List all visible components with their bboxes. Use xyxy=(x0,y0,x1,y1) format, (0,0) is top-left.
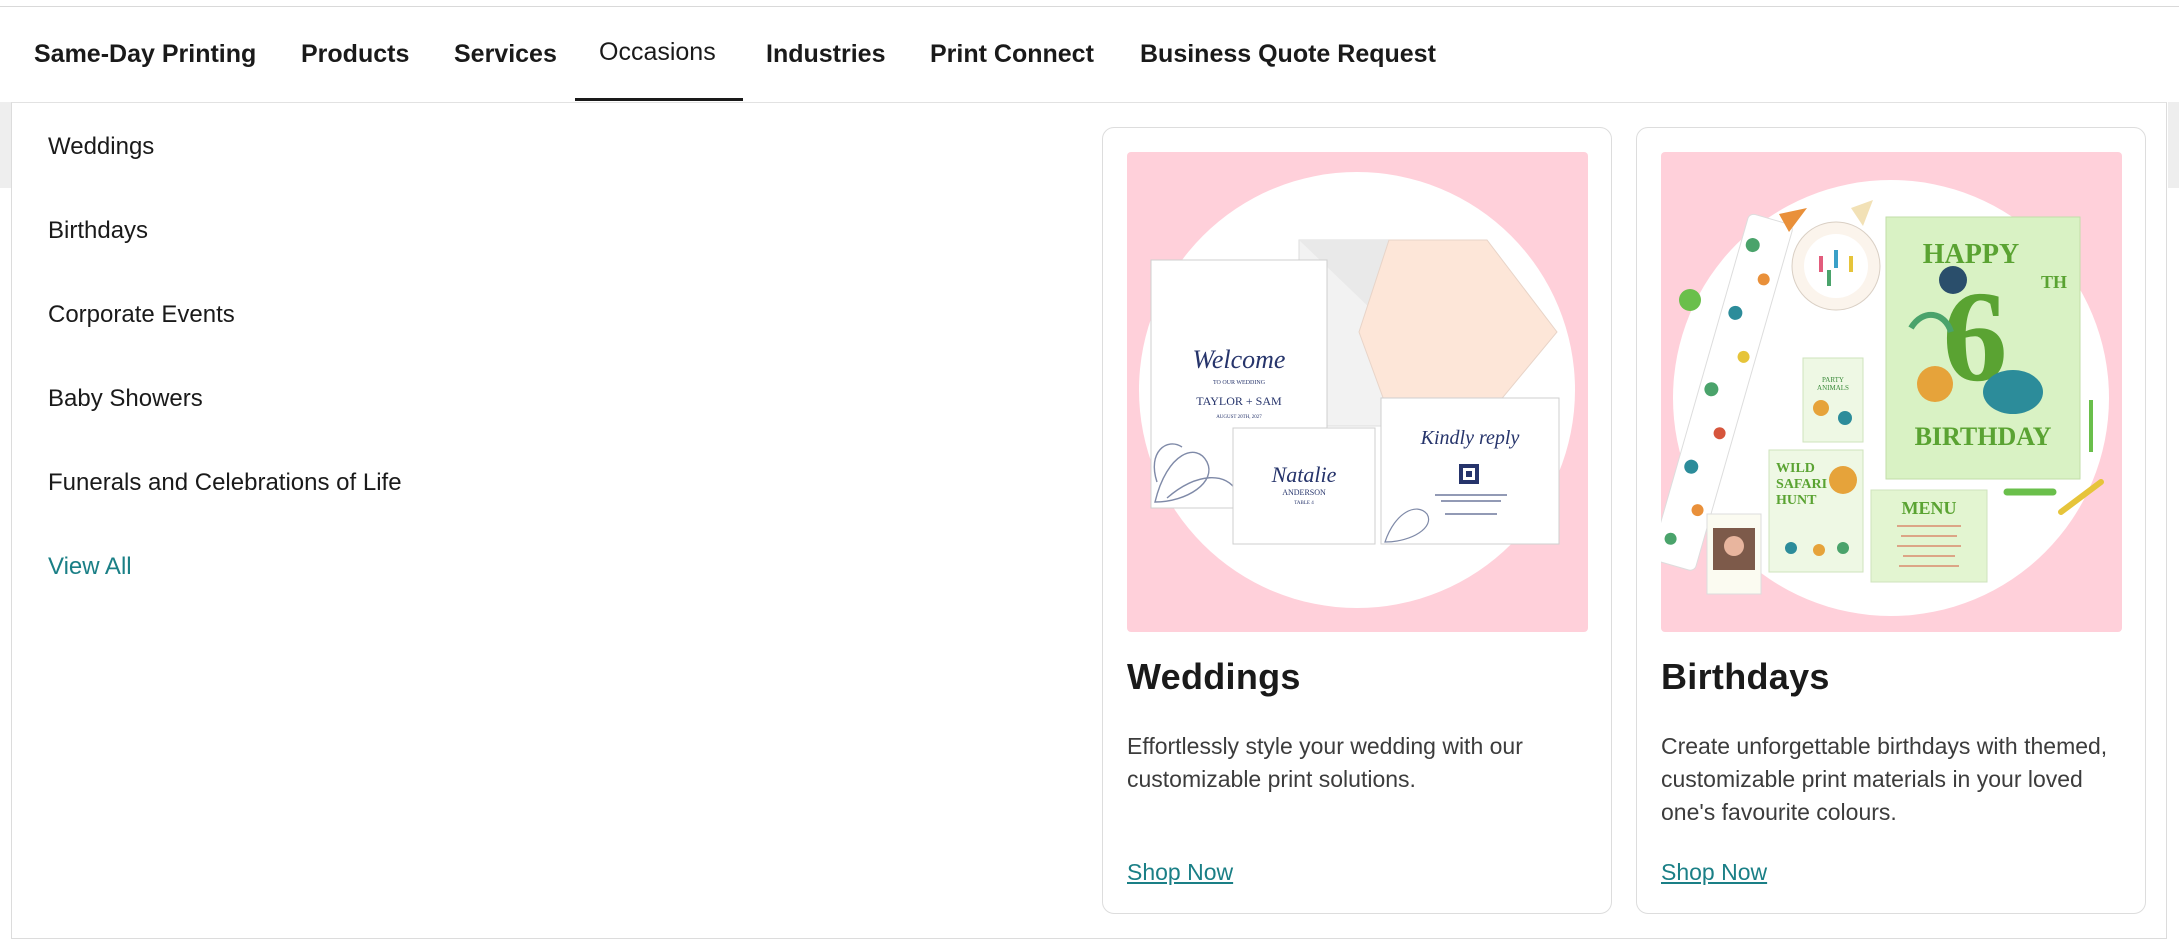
tab-same-day-printing[interactable]: Same-Day Printing xyxy=(34,7,256,101)
svg-text:TO OUR WEDDING: TO OUR WEDDING xyxy=(1213,380,1266,386)
main-navigation: Same-Day Printing Products Services Occa… xyxy=(0,7,2179,102)
birthdays-image[interactable]: HAPPY 6 TH BIRTHDAY PARTY ANIMALS WILD S… xyxy=(1661,152,2122,632)
svg-text:ANIMALS: ANIMALS xyxy=(1817,384,1849,392)
svg-text:PARTY: PARTY xyxy=(1822,376,1844,384)
menu-item-weddings[interactable]: Weddings xyxy=(48,133,154,161)
birthdays-card: HAPPY 6 TH BIRTHDAY PARTY ANIMALS WILD S… xyxy=(1636,127,2146,914)
tab-occasions[interactable]: Occasions xyxy=(599,5,716,99)
svg-text:TAYLOR + SAM: TAYLOR + SAM xyxy=(1196,394,1282,408)
wedding-stationery-illustration: Welcome TO OUR WEDDING TAYLOR + SAM AUGU… xyxy=(1139,172,1575,608)
svg-text:SAFARI: SAFARI xyxy=(1776,477,1827,492)
tab-print-connect[interactable]: Print Connect xyxy=(930,7,1094,101)
menu-item-corporate-events[interactable]: Corporate Events xyxy=(48,301,235,329)
svg-text:HUNT: HUNT xyxy=(1776,493,1817,508)
card-title: Weddings xyxy=(1127,656,1301,697)
svg-text:TABLE 4: TABLE 4 xyxy=(1294,501,1314,506)
svg-text:ANDERSON: ANDERSON xyxy=(1282,488,1326,497)
card-description: Effortlessly style your wedding with our… xyxy=(1127,733,1523,792)
tab-industries[interactable]: Industries xyxy=(766,7,885,101)
shop-now-link[interactable]: Shop Now xyxy=(1127,859,1233,886)
background-strip-left xyxy=(0,102,11,188)
menu-item-funerals[interactable]: Funerals and Celebrations of Life xyxy=(48,469,402,497)
card-title: Birthdays xyxy=(1661,656,1830,697)
svg-text:AUGUST 20TH, 2027: AUGUST 20TH, 2027 xyxy=(1216,415,1262,420)
view-all-link[interactable]: View All xyxy=(48,553,132,581)
menu-item-baby-showers[interactable]: Baby Showers xyxy=(48,385,203,413)
shop-now-link[interactable]: Shop Now xyxy=(1661,859,1767,886)
svg-text:BIRTHDAY: BIRTHDAY xyxy=(1915,422,2052,451)
card-description: Create unforgettable birthdays with them… xyxy=(1661,733,2108,825)
tab-business-quote-request[interactable]: Business Quote Request xyxy=(1140,7,1436,101)
svg-text:Kindly reply: Kindly reply xyxy=(1420,427,1520,449)
svg-text:Natalie: Natalie xyxy=(1271,462,1337,487)
weddings-image[interactable]: Welcome TO OUR WEDDING TAYLOR + SAM AUGU… xyxy=(1127,152,1588,632)
menu-item-birthdays[interactable]: Birthdays xyxy=(48,217,148,245)
tab-products[interactable]: Products xyxy=(301,7,409,101)
tab-services[interactable]: Services xyxy=(454,7,557,101)
svg-text:MENU: MENU xyxy=(1902,498,1957,518)
top-divider xyxy=(0,0,2179,7)
birthday-party-illustration: HAPPY 6 TH BIRTHDAY PARTY ANIMALS WILD S… xyxy=(1661,180,2109,616)
weddings-card: Welcome TO OUR WEDDING TAYLOR + SAM AUGU… xyxy=(1102,127,1612,914)
svg-text:Welcome: Welcome xyxy=(1193,345,1286,374)
svg-text:TH: TH xyxy=(2041,272,2067,292)
active-tab-indicator xyxy=(575,98,743,101)
background-strip-right xyxy=(2168,102,2179,188)
svg-text:WILD: WILD xyxy=(1776,461,1815,476)
